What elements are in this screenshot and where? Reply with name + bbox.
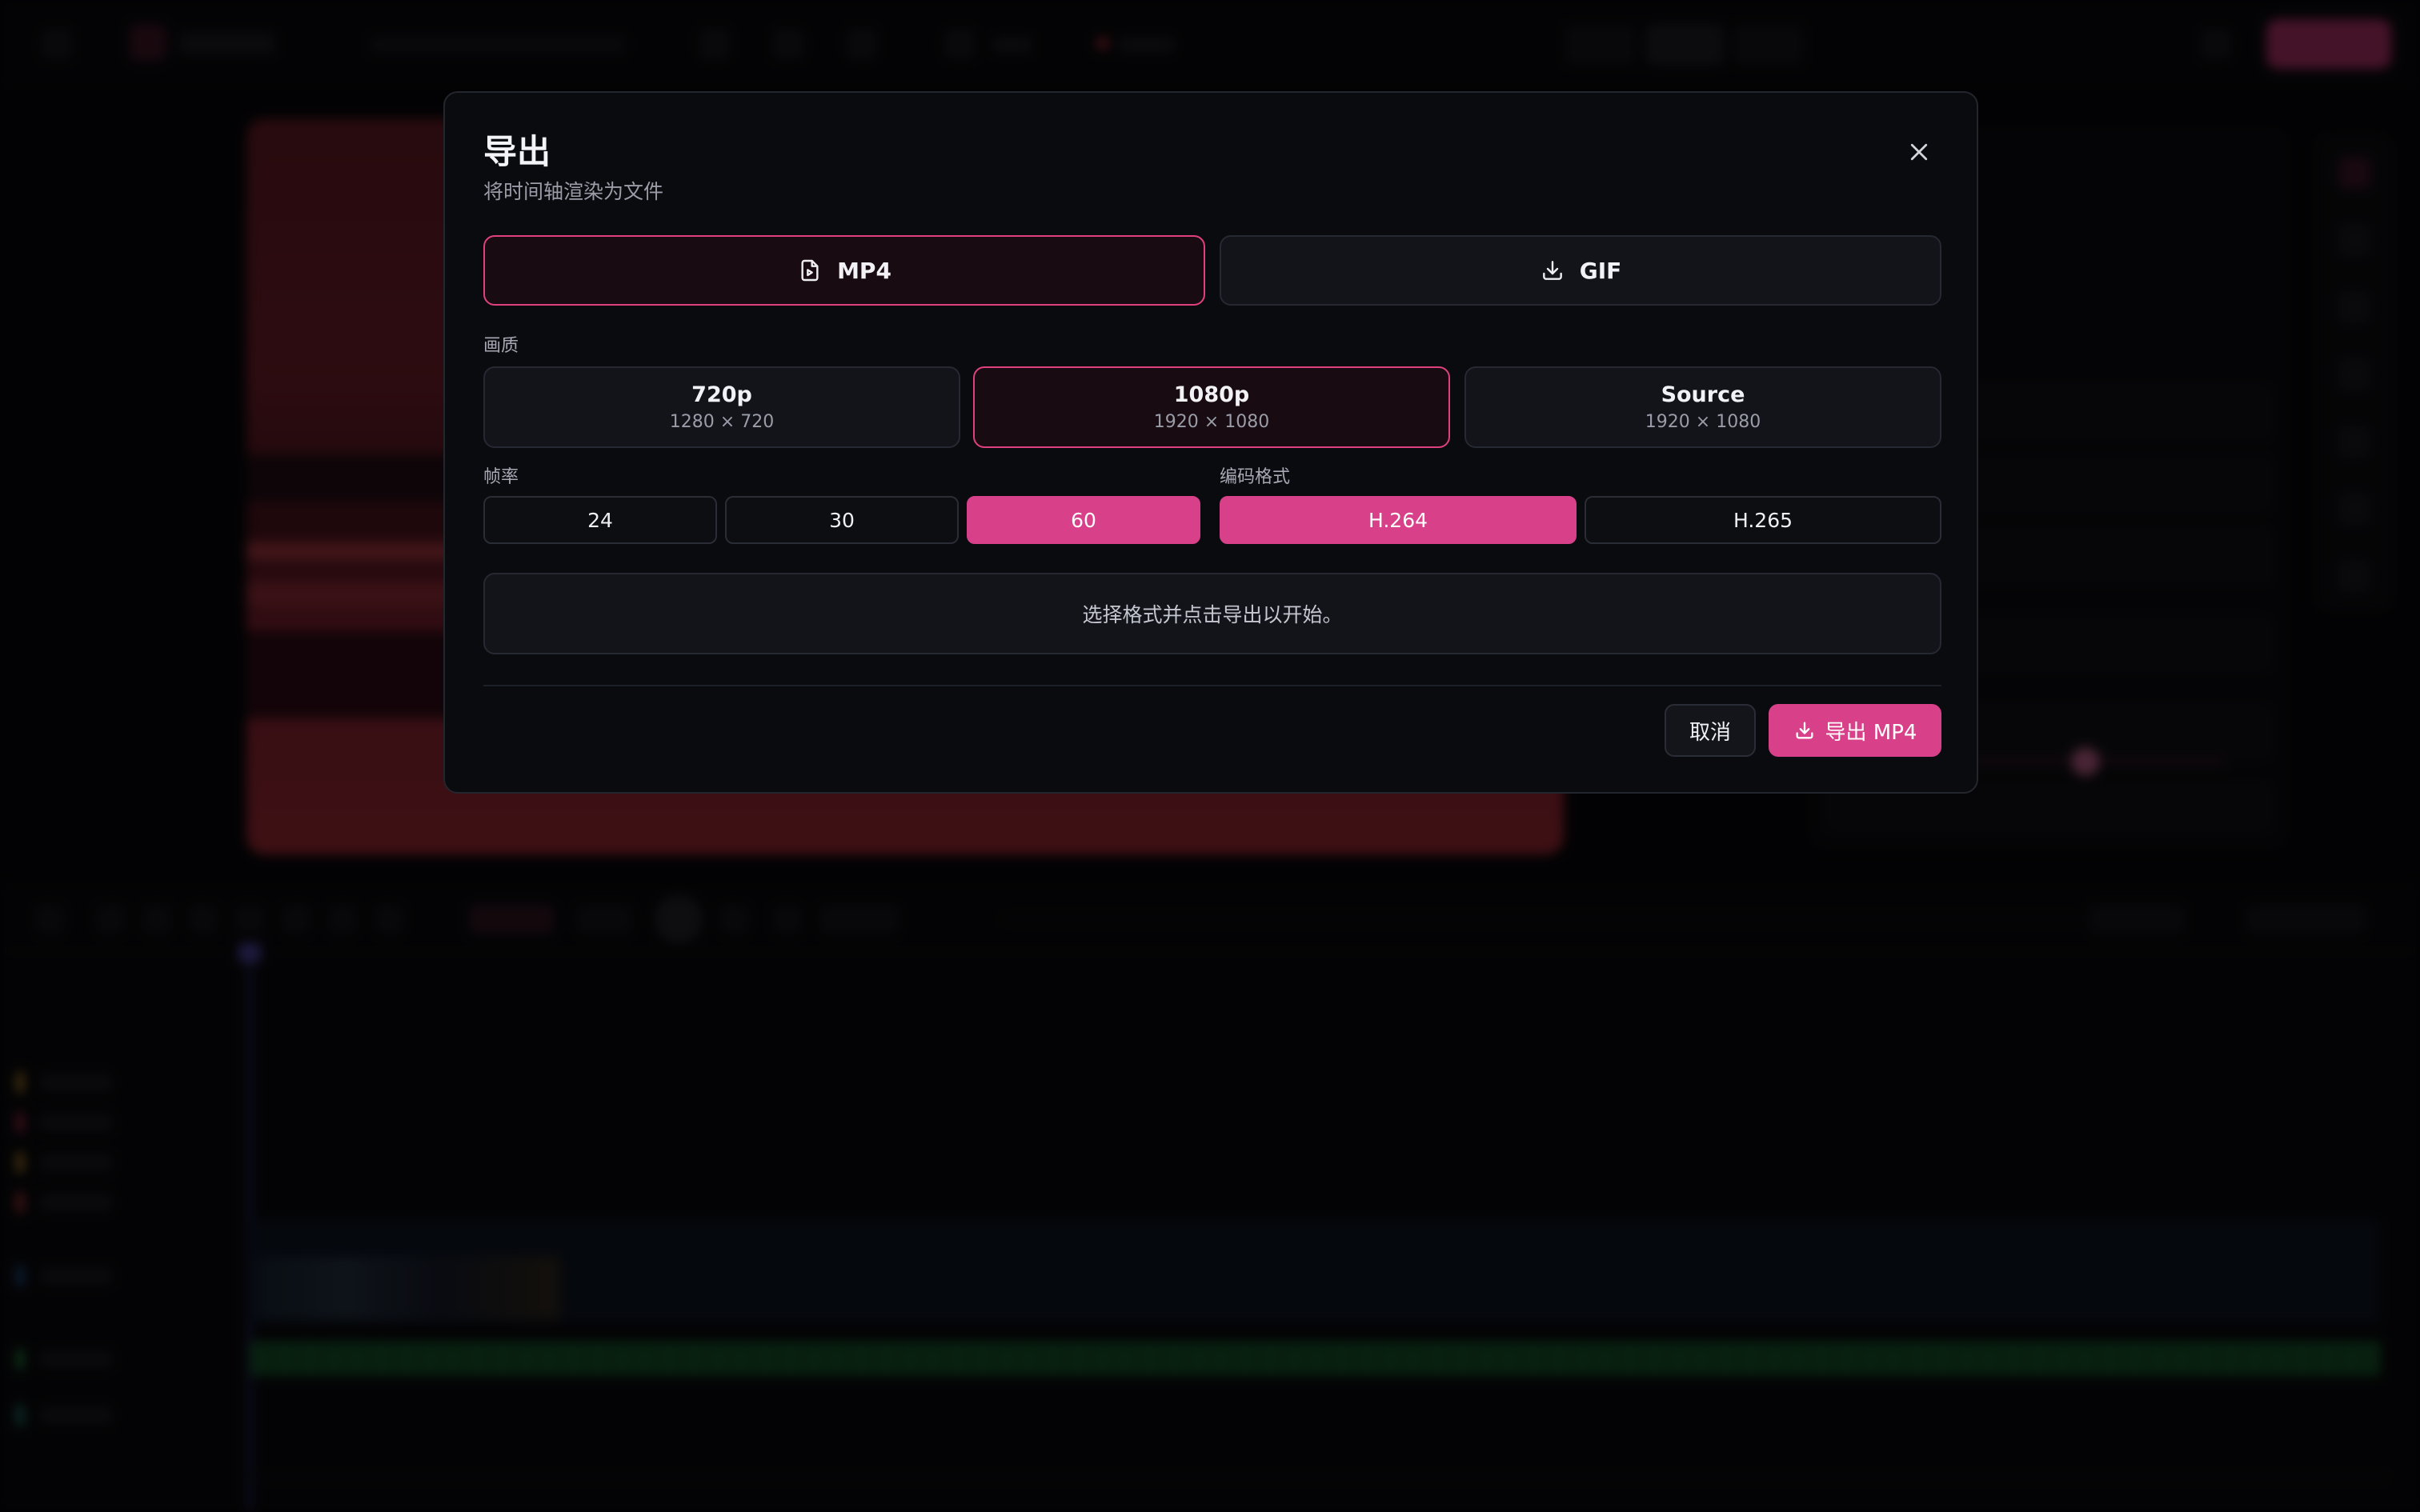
footer-divider (483, 685, 1941, 686)
quality-name: 720p (691, 382, 752, 407)
framerate-60-button[interactable]: 60 (967, 496, 1200, 544)
close-icon (1910, 143, 1928, 161)
export-status-message: 选择格式并点击导出以开始。 (483, 573, 1941, 654)
cancel-button[interactable]: 取消 (1665, 704, 1756, 757)
file-video-icon (801, 259, 819, 282)
quality-720p-button[interactable]: 720p 1280 × 720 (483, 366, 960, 448)
codec-h265-button[interactable]: H.265 (1585, 496, 1941, 544)
close-button[interactable] (1895, 128, 1943, 176)
quality-name: 1080p (1173, 382, 1250, 407)
export-dialog: 导出 将时间轴渲染为文件 MP4 GIF 画质 720p 1280 × 720 … (443, 91, 1978, 794)
format-gif-button[interactable]: GIF (1220, 235, 1941, 306)
framerate-30-button[interactable]: 30 (725, 496, 959, 544)
quality-resolution: 1280 × 720 (669, 412, 775, 432)
format-label: GIF (1579, 257, 1622, 284)
quality-name: Source (1661, 382, 1745, 407)
format-mp4-button[interactable]: MP4 (483, 235, 1205, 306)
codec-h264-button[interactable]: H.264 (1220, 496, 1577, 544)
dialog-title: 导出 (483, 132, 551, 171)
dialog-subtitle: 将时间轴渲染为文件 (483, 180, 664, 203)
download-icon (1542, 261, 1562, 280)
quality-resolution: 1920 × 1080 (1645, 412, 1761, 432)
quality-1080p-button[interactable]: 1080p 1920 × 1080 (973, 366, 1450, 448)
export-button-label: 导出 MP4 (1825, 720, 1917, 745)
download-icon (1796, 722, 1813, 739)
codec-label: 编码格式 (1220, 467, 1291, 487)
format-label: MP4 (837, 257, 891, 284)
export-button[interactable]: 导出 MP4 (1769, 704, 1941, 757)
quality-label: 画质 (483, 336, 519, 356)
framerate-label: 帧率 (483, 467, 519, 487)
quality-source-button[interactable]: Source 1920 × 1080 (1464, 366, 1941, 448)
framerate-24-button[interactable]: 24 (483, 496, 717, 544)
quality-resolution: 1920 × 1080 (1153, 412, 1270, 432)
